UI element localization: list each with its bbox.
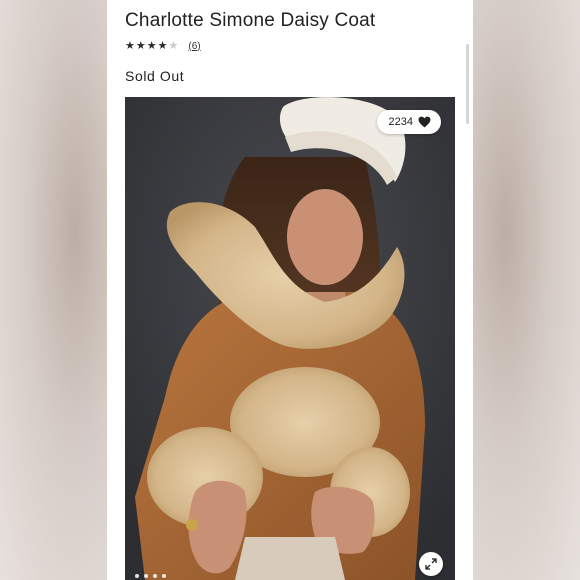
blurred-background-left <box>0 0 107 580</box>
pagination-dot[interactable] <box>153 574 157 578</box>
expand-icon <box>425 558 437 570</box>
like-button[interactable]: 2234 <box>376 110 441 134</box>
like-count: 2234 <box>388 116 413 128</box>
rating-row: ★ ★ ★ ★ ★ (6) <box>125 39 201 53</box>
heart-icon <box>418 116 431 128</box>
product-page: Charlotte Simone Daisy Coat ★ ★ ★ ★ ★ (6… <box>107 0 473 580</box>
product-photo-illustration <box>125 97 455 580</box>
expand-image-button[interactable] <box>419 552 443 576</box>
pagination-dot[interactable] <box>135 574 139 578</box>
star-icon: ★ <box>125 40 135 52</box>
blurred-background-right <box>473 0 580 580</box>
product-title: Charlotte Simone Daisy Coat <box>125 10 376 31</box>
star-icon: ★ <box>146 40 157 52</box>
star-empty-icon: ★ <box>168 40 179 52</box>
scrollbar[interactable] <box>466 44 469 124</box>
pagination-dot[interactable] <box>144 574 148 578</box>
stock-status: Sold Out <box>125 68 185 84</box>
product-image[interactable]: 2234 <box>125 97 455 580</box>
rating-stars: ★ ★ ★ ★ ★ <box>125 40 178 52</box>
pagination-dot[interactable] <box>162 574 166 578</box>
gallery-pagination[interactable] <box>135 574 166 578</box>
review-count-link[interactable]: (6) <box>188 41 200 52</box>
star-icon: ★ <box>135 40 146 52</box>
star-icon: ★ <box>157 40 168 52</box>
